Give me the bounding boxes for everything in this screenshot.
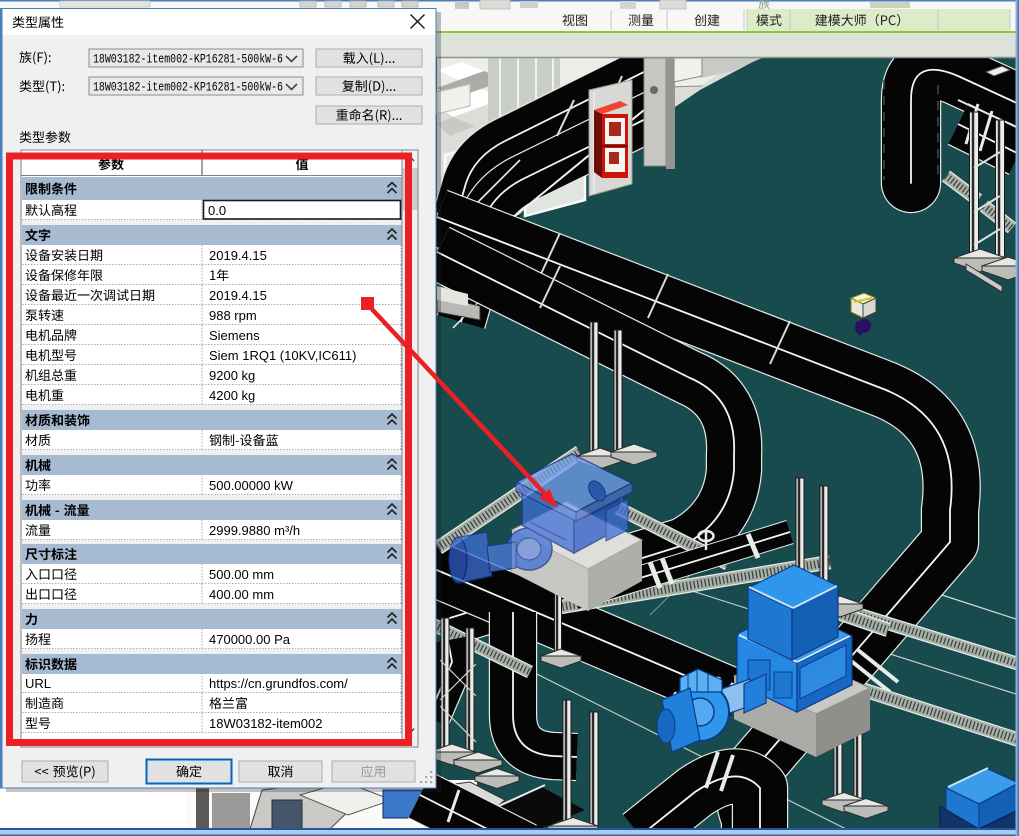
svg-text:2999.9880 m³/h: 2999.9880 m³/h	[209, 523, 300, 538]
svg-text:4200 kg: 4200 kg	[209, 388, 255, 403]
svg-text:500.00 mm: 500.00 mm	[209, 567, 274, 582]
svg-text:9200 kg: 9200 kg	[209, 368, 255, 383]
svg-text:2019.4.15: 2019.4.15	[209, 288, 267, 303]
svg-text:Siemens: Siemens	[209, 328, 260, 343]
svg-text:18W03182-item002-KP16281-500kW: 18W03182-item002-KP16281-500kW-6	[93, 53, 283, 67]
svg-text:18W03182-item002: 18W03182-item002	[209, 716, 322, 731]
svg-text:400.00 mm: 400.00 mm	[209, 587, 274, 602]
svg-text:URL: URL	[25, 676, 51, 691]
svg-text:988 rpm: 988 rpm	[209, 308, 257, 323]
svg-text:18W03182-item002-KP16281-500kW: 18W03182-item002-KP16281-500kW-6	[93, 81, 283, 95]
svg-text:500.00000 kW: 500.00000 kW	[209, 478, 294, 493]
svg-text:470000.00 Pa: 470000.00 Pa	[209, 632, 291, 647]
svg-text:Siem 1RQ1 (10KV,IC611): Siem 1RQ1 (10KV,IC611)	[209, 348, 356, 363]
svg-text:2019.4.15: 2019.4.15	[209, 248, 267, 263]
svg-text:0.0: 0.0	[208, 203, 226, 218]
svg-text:https://cn.grundfos.com/: https://cn.grundfos.com/	[209, 676, 348, 691]
